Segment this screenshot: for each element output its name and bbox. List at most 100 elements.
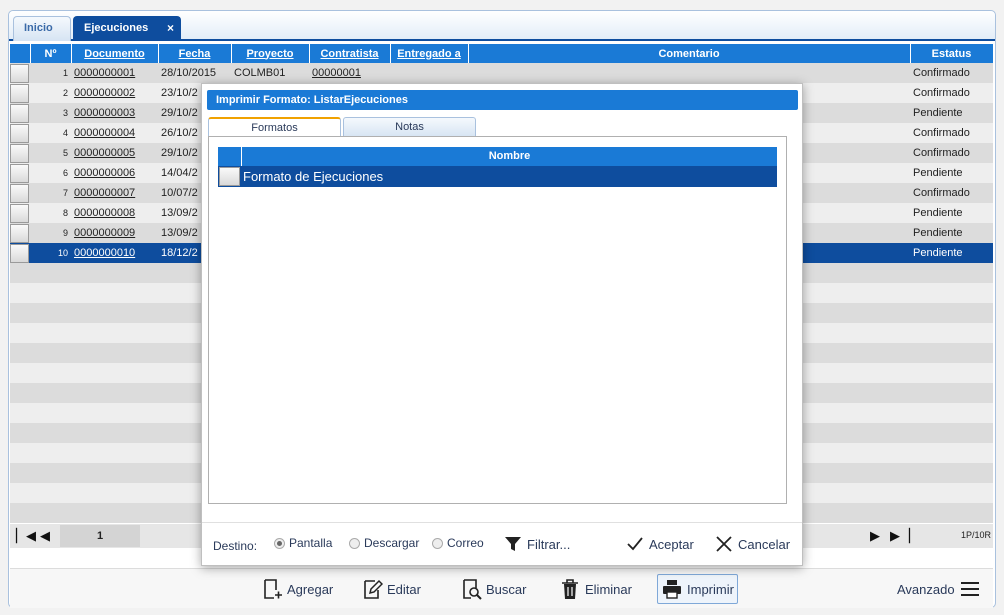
row-checkbox[interactable] — [10, 163, 29, 183]
last-page-icon[interactable]: ▶▕ — [890, 528, 910, 544]
cancelar-button[interactable]: Cancelar — [715, 535, 790, 553]
row-number: 5 — [30, 143, 71, 163]
filtrar-button[interactable]: Filtrar... — [504, 535, 570, 553]
format-row-checkbox[interactable] — [219, 167, 240, 186]
row-estatus: Confirmado — [910, 143, 993, 163]
edit-icon — [364, 579, 383, 599]
row-entregado — [390, 63, 468, 83]
buscar-button[interactable]: Buscar — [457, 574, 529, 604]
format-row[interactable]: Formato de Ejecuciones — [218, 166, 777, 187]
row-estatus: Confirmado — [910, 83, 993, 103]
filtrar-label: Filtrar... — [527, 536, 571, 552]
aceptar-label: Aceptar — [649, 536, 694, 552]
hamburger-menu-icon — [960, 582, 979, 596]
col-header-nombre: Nombre — [488, 150, 531, 162]
tab-formatos[interactable]: Formatos — [208, 117, 341, 137]
add-document-icon — [264, 579, 282, 599]
printer-icon — [663, 580, 681, 599]
row-number: 6 — [30, 163, 71, 183]
row-checkbox[interactable] — [10, 83, 29, 103]
col-header-fecha[interactable]: Fecha — [158, 44, 232, 63]
row-documento[interactable]: 0000000004 — [71, 123, 158, 143]
row-number: 9 — [30, 223, 71, 243]
row-documento[interactable]: 0000000003 — [71, 103, 158, 123]
row-number: 4 — [30, 123, 71, 143]
eliminar-button[interactable]: Eliminar — [556, 574, 635, 604]
radio-correo-dot[interactable] — [432, 537, 443, 549]
imprimir-button[interactable]: Imprimir — [657, 574, 738, 604]
buscar-label: Buscar — [486, 581, 527, 597]
funnel-icon — [505, 537, 521, 551]
row-documento[interactable]: 0000000007 — [71, 183, 158, 203]
row-checkbox-cell — [10, 123, 30, 143]
radio-pantalla-dot[interactable] — [274, 537, 285, 549]
next-page-icon[interactable]: ▶ — [870, 528, 880, 544]
agregar-button[interactable]: Agregar — [258, 574, 336, 604]
editar-button[interactable]: Editar — [358, 574, 424, 604]
row-checkbox[interactable] — [10, 183, 29, 203]
aceptar-button[interactable]: Aceptar — [626, 535, 694, 553]
row-checkbox-cell — [10, 243, 30, 263]
tab-notas[interactable]: Notas — [343, 117, 476, 137]
row-fecha: 28/10/2015 — [158, 63, 231, 83]
row-documento[interactable]: 0000000006 — [71, 163, 158, 183]
pager-info: 1P/10R — [960, 530, 991, 540]
col-header-proyecto[interactable]: Proyecto — [231, 44, 310, 63]
row-documento[interactable]: 0000000009 — [71, 223, 158, 243]
row-contratista[interactable]: 00000001 — [309, 63, 390, 83]
search-document-icon — [463, 579, 482, 600]
row-documento[interactable]: 0000000001 — [71, 63, 158, 83]
row-checkbox-cell — [10, 83, 30, 103]
row-checkbox[interactable] — [10, 123, 29, 143]
row-checkbox-cell — [10, 183, 30, 203]
row-documento[interactable]: 0000000005 — [71, 143, 158, 163]
tab-ejecuciones-label: Ejecuciones — [84, 22, 149, 34]
row-comentario — [468, 63, 910, 83]
formats-select-header[interactable] — [218, 147, 242, 166]
tab-inicio[interactable]: Inicio — [13, 16, 71, 41]
row-checkbox[interactable] — [10, 143, 29, 163]
col-header-entregado[interactable]: Entregado a — [390, 44, 469, 63]
tab-ejecuciones[interactable]: Ejecuciones × — [73, 16, 181, 41]
page-number[interactable]: 1 — [60, 525, 140, 547]
imprimir-label: Imprimir — [687, 581, 734, 597]
radio-pantalla[interactable]: Pantalla — [274, 536, 332, 550]
radio-descargar-dot[interactable] — [349, 537, 360, 549]
row-estatus: Pendiente — [910, 103, 993, 123]
row-estatus: Pendiente — [910, 203, 993, 223]
row-checkbox-cell — [10, 63, 30, 83]
row-checkbox[interactable] — [10, 203, 29, 223]
col-header-documento[interactable]: Documento — [71, 44, 159, 63]
radio-descargar[interactable]: Descargar — [349, 536, 419, 550]
row-documento[interactable]: 0000000002 — [71, 83, 158, 103]
first-page-icon[interactable]: ▏◀ — [16, 528, 36, 544]
col-header-contratista[interactable]: Contratista — [309, 44, 391, 63]
avanzado-label: Avanzado — [897, 581, 955, 597]
col-header-comentario: Comentario — [468, 44, 911, 63]
radio-descargar-label: Descargar — [364, 536, 420, 550]
prev-page-icon[interactable]: ◀ — [40, 528, 50, 544]
row-proyecto: COLMB01 — [231, 63, 309, 83]
row-estatus: Pendiente — [910, 163, 993, 183]
row-checkbox[interactable] — [10, 243, 29, 263]
dialog-footer: Destino: Pantalla Descargar Correo Filtr… — [202, 522, 802, 566]
action-toolbar: Agregar Editar Buscar Eliminar Imprimir … — [10, 568, 993, 608]
row-checkbox-cell — [10, 143, 30, 163]
row-checkbox[interactable] — [10, 223, 29, 243]
col-header-estatus: Estatus — [910, 44, 994, 63]
avanzado-button[interactable]: Avanzado — [894, 574, 984, 604]
row-checkbox[interactable] — [10, 103, 29, 123]
row-documento[interactable]: 0000000010 — [71, 243, 158, 263]
cancelar-label: Cancelar — [738, 536, 791, 552]
close-tab-icon[interactable]: × — [167, 17, 174, 40]
row-number: 2 — [30, 83, 71, 103]
radio-pantalla-label: Pantalla — [289, 536, 333, 550]
row-checkbox[interactable] — [10, 63, 29, 83]
radio-correo[interactable]: Correo — [432, 536, 484, 550]
row-documento[interactable]: 0000000008 — [71, 203, 158, 223]
agregar-label: Agregar — [287, 581, 334, 597]
row-checkbox-cell — [10, 223, 30, 243]
table-row[interactable]: 1 0000000001 28/10/2015 COLMB01 00000001 Conf… — [10, 63, 993, 83]
row-estatus: Confirmado — [910, 123, 993, 143]
select-all-header[interactable] — [10, 44, 31, 63]
